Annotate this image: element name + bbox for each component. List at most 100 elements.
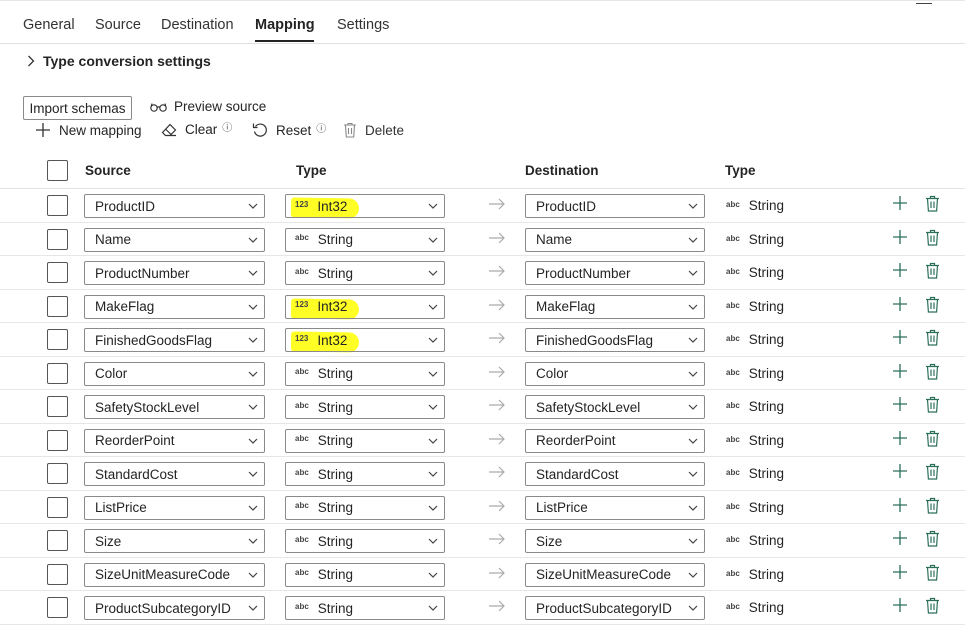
destination-column-dropdown[interactable]: FinishedGoodsFlag (525, 328, 705, 352)
tab-mapping[interactable]: Mapping (255, 17, 315, 33)
source-type-dropdown[interactable]: abc String (285, 227, 445, 252)
source-column-dropdown[interactable]: FinishedGoodsFlag (84, 328, 265, 352)
source-type-dropdown[interactable]: abc String (285, 395, 445, 419)
row-checkbox[interactable] (47, 396, 68, 417)
delete-row-trash-icon[interactable] (925, 497, 940, 519)
add-row-plus-icon[interactable] (892, 363, 908, 384)
add-row-plus-icon[interactable] (892, 430, 908, 451)
destination-column-dropdown[interactable]: MakeFlag (525, 294, 705, 319)
select-all-checkbox[interactable] (47, 160, 68, 181)
destination-column-dropdown[interactable]: SafetyStockLevel (525, 395, 705, 419)
row-checkbox[interactable] (47, 329, 68, 350)
add-row-plus-icon[interactable] (892, 262, 908, 283)
source-column-value: StandardCost (95, 466, 178, 482)
source-type-dropdown[interactable]: abc String (285, 529, 445, 553)
row-checkbox[interactable] (47, 597, 68, 618)
delete-row-trash-icon[interactable] (925, 363, 940, 385)
source-type-dropdown[interactable]: 123 Int32 (285, 328, 445, 352)
source-type-dropdown[interactable]: abc String (285, 361, 445, 386)
add-row-plus-icon[interactable] (892, 597, 908, 618)
delete-row-trash-icon[interactable] (925, 564, 940, 586)
clear-button[interactable]: Clear ⓘ (161, 122, 232, 137)
add-row-plus-icon[interactable] (892, 396, 908, 417)
delete-row-trash-icon[interactable] (925, 396, 940, 418)
destination-column-dropdown[interactable]: ListPrice (525, 495, 705, 520)
add-row-plus-icon[interactable] (892, 497, 908, 518)
row-checkbox[interactable] (47, 496, 68, 518)
delete-row-trash-icon[interactable] (925, 430, 940, 452)
abc-type-icon: abc (726, 434, 740, 444)
source-column-dropdown[interactable]: ProductNumber (84, 261, 265, 285)
import-schemas-button[interactable]: Import schemas (23, 96, 132, 120)
new-mapping-button[interactable]: New mapping (35, 122, 142, 138)
source-column-dropdown[interactable]: Size (84, 529, 265, 553)
tab-settings[interactable]: Settings (337, 17, 389, 33)
source-column-dropdown[interactable]: SizeUnitMeasureCode (84, 562, 265, 587)
row-checkbox[interactable] (47, 262, 68, 283)
delete-row-trash-icon[interactable] (925, 463, 940, 485)
add-row-plus-icon[interactable] (892, 229, 908, 250)
source-type-label: String (317, 265, 354, 281)
add-row-plus-icon[interactable] (892, 530, 908, 551)
delete-row-trash-icon[interactable] (925, 195, 940, 217)
source-type-dropdown[interactable]: 123 Int32 (285, 294, 445, 319)
source-type-dropdown[interactable]: abc String (285, 495, 445, 520)
delete-row-trash-icon[interactable] (925, 296, 940, 318)
delete-row-trash-icon[interactable] (925, 329, 940, 351)
destination-type-label: String (748, 466, 785, 481)
destination-column-dropdown[interactable]: StandardCost (525, 462, 705, 486)
chevron-down-icon (422, 270, 444, 276)
source-type-dropdown[interactable]: abc String (285, 462, 445, 486)
add-row-plus-icon[interactable] (892, 296, 908, 317)
destination-column-dropdown[interactable]: ProductSubcategoryID (525, 596, 705, 620)
source-column-dropdown[interactable]: Color (84, 361, 265, 386)
source-type-dropdown[interactable]: 123 Int32 (285, 194, 445, 218)
row-checkbox[interactable] (47, 463, 68, 484)
reset-button[interactable]: Reset ⓘ (252, 122, 326, 138)
delete-row-trash-icon[interactable] (925, 229, 940, 251)
delete-row-trash-icon[interactable] (925, 530, 940, 552)
row-checkbox[interactable] (47, 429, 68, 451)
delete-row-trash-icon[interactable] (925, 262, 940, 284)
source-column-dropdown[interactable]: Name (84, 227, 265, 252)
source-column-dropdown[interactable]: MakeFlag (84, 294, 265, 319)
source-column-dropdown[interactable]: ProductID (84, 194, 265, 218)
row-checkbox[interactable] (47, 295, 68, 317)
delete-row-trash-icon[interactable] (925, 597, 940, 619)
source-column-dropdown[interactable]: ProductSubcategoryID (84, 596, 265, 620)
source-column-dropdown[interactable]: ReorderPoint (84, 428, 265, 453)
row-checkbox[interactable] (47, 195, 68, 216)
delete-button[interactable]: Delete (343, 122, 404, 138)
add-row-plus-icon[interactable] (892, 564, 908, 585)
tab-general[interactable]: General (23, 17, 75, 33)
destination-column-dropdown[interactable]: Size (525, 529, 705, 553)
source-type-dropdown[interactable]: abc String (285, 596, 445, 620)
add-row-plus-icon[interactable] (892, 329, 908, 350)
type-conversion-expander[interactable]: Type conversion settings (27, 53, 211, 69)
preview-source-button[interactable]: Preview source (150, 99, 266, 114)
tab-destination[interactable]: Destination (161, 17, 234, 33)
destination-column-dropdown[interactable]: Name (525, 227, 705, 252)
destination-column-dropdown[interactable]: Color (525, 361, 705, 386)
tab-source[interactable]: Source (95, 17, 141, 33)
source-type-dropdown[interactable]: abc String (285, 261, 445, 285)
source-type-dropdown[interactable]: abc String (285, 562, 445, 587)
row-checkbox[interactable] (47, 563, 68, 585)
destination-column-dropdown[interactable]: ReorderPoint (525, 428, 705, 453)
destination-column-value: Size (536, 533, 563, 549)
add-row-plus-icon[interactable] (892, 195, 908, 216)
reset-info-icon[interactable]: ⓘ (316, 120, 326, 135)
destination-column-dropdown[interactable]: ProductNumber (525, 261, 705, 285)
source-type-dropdown[interactable]: abc String (285, 428, 445, 453)
source-column-dropdown[interactable]: SafetyStockLevel (84, 395, 265, 419)
row-checkbox[interactable] (47, 530, 68, 551)
add-row-plus-icon[interactable] (892, 463, 908, 484)
chevron-down-icon (682, 304, 704, 310)
row-checkbox[interactable] (47, 362, 68, 384)
row-checkbox[interactable] (47, 228, 68, 250)
destination-column-dropdown[interactable]: SizeUnitMeasureCode (525, 562, 705, 587)
clear-info-icon[interactable]: ⓘ (222, 119, 232, 134)
destination-column-dropdown[interactable]: ProductID (525, 194, 705, 218)
source-column-dropdown[interactable]: ListPrice (84, 495, 265, 520)
source-column-dropdown[interactable]: StandardCost (84, 462, 265, 486)
